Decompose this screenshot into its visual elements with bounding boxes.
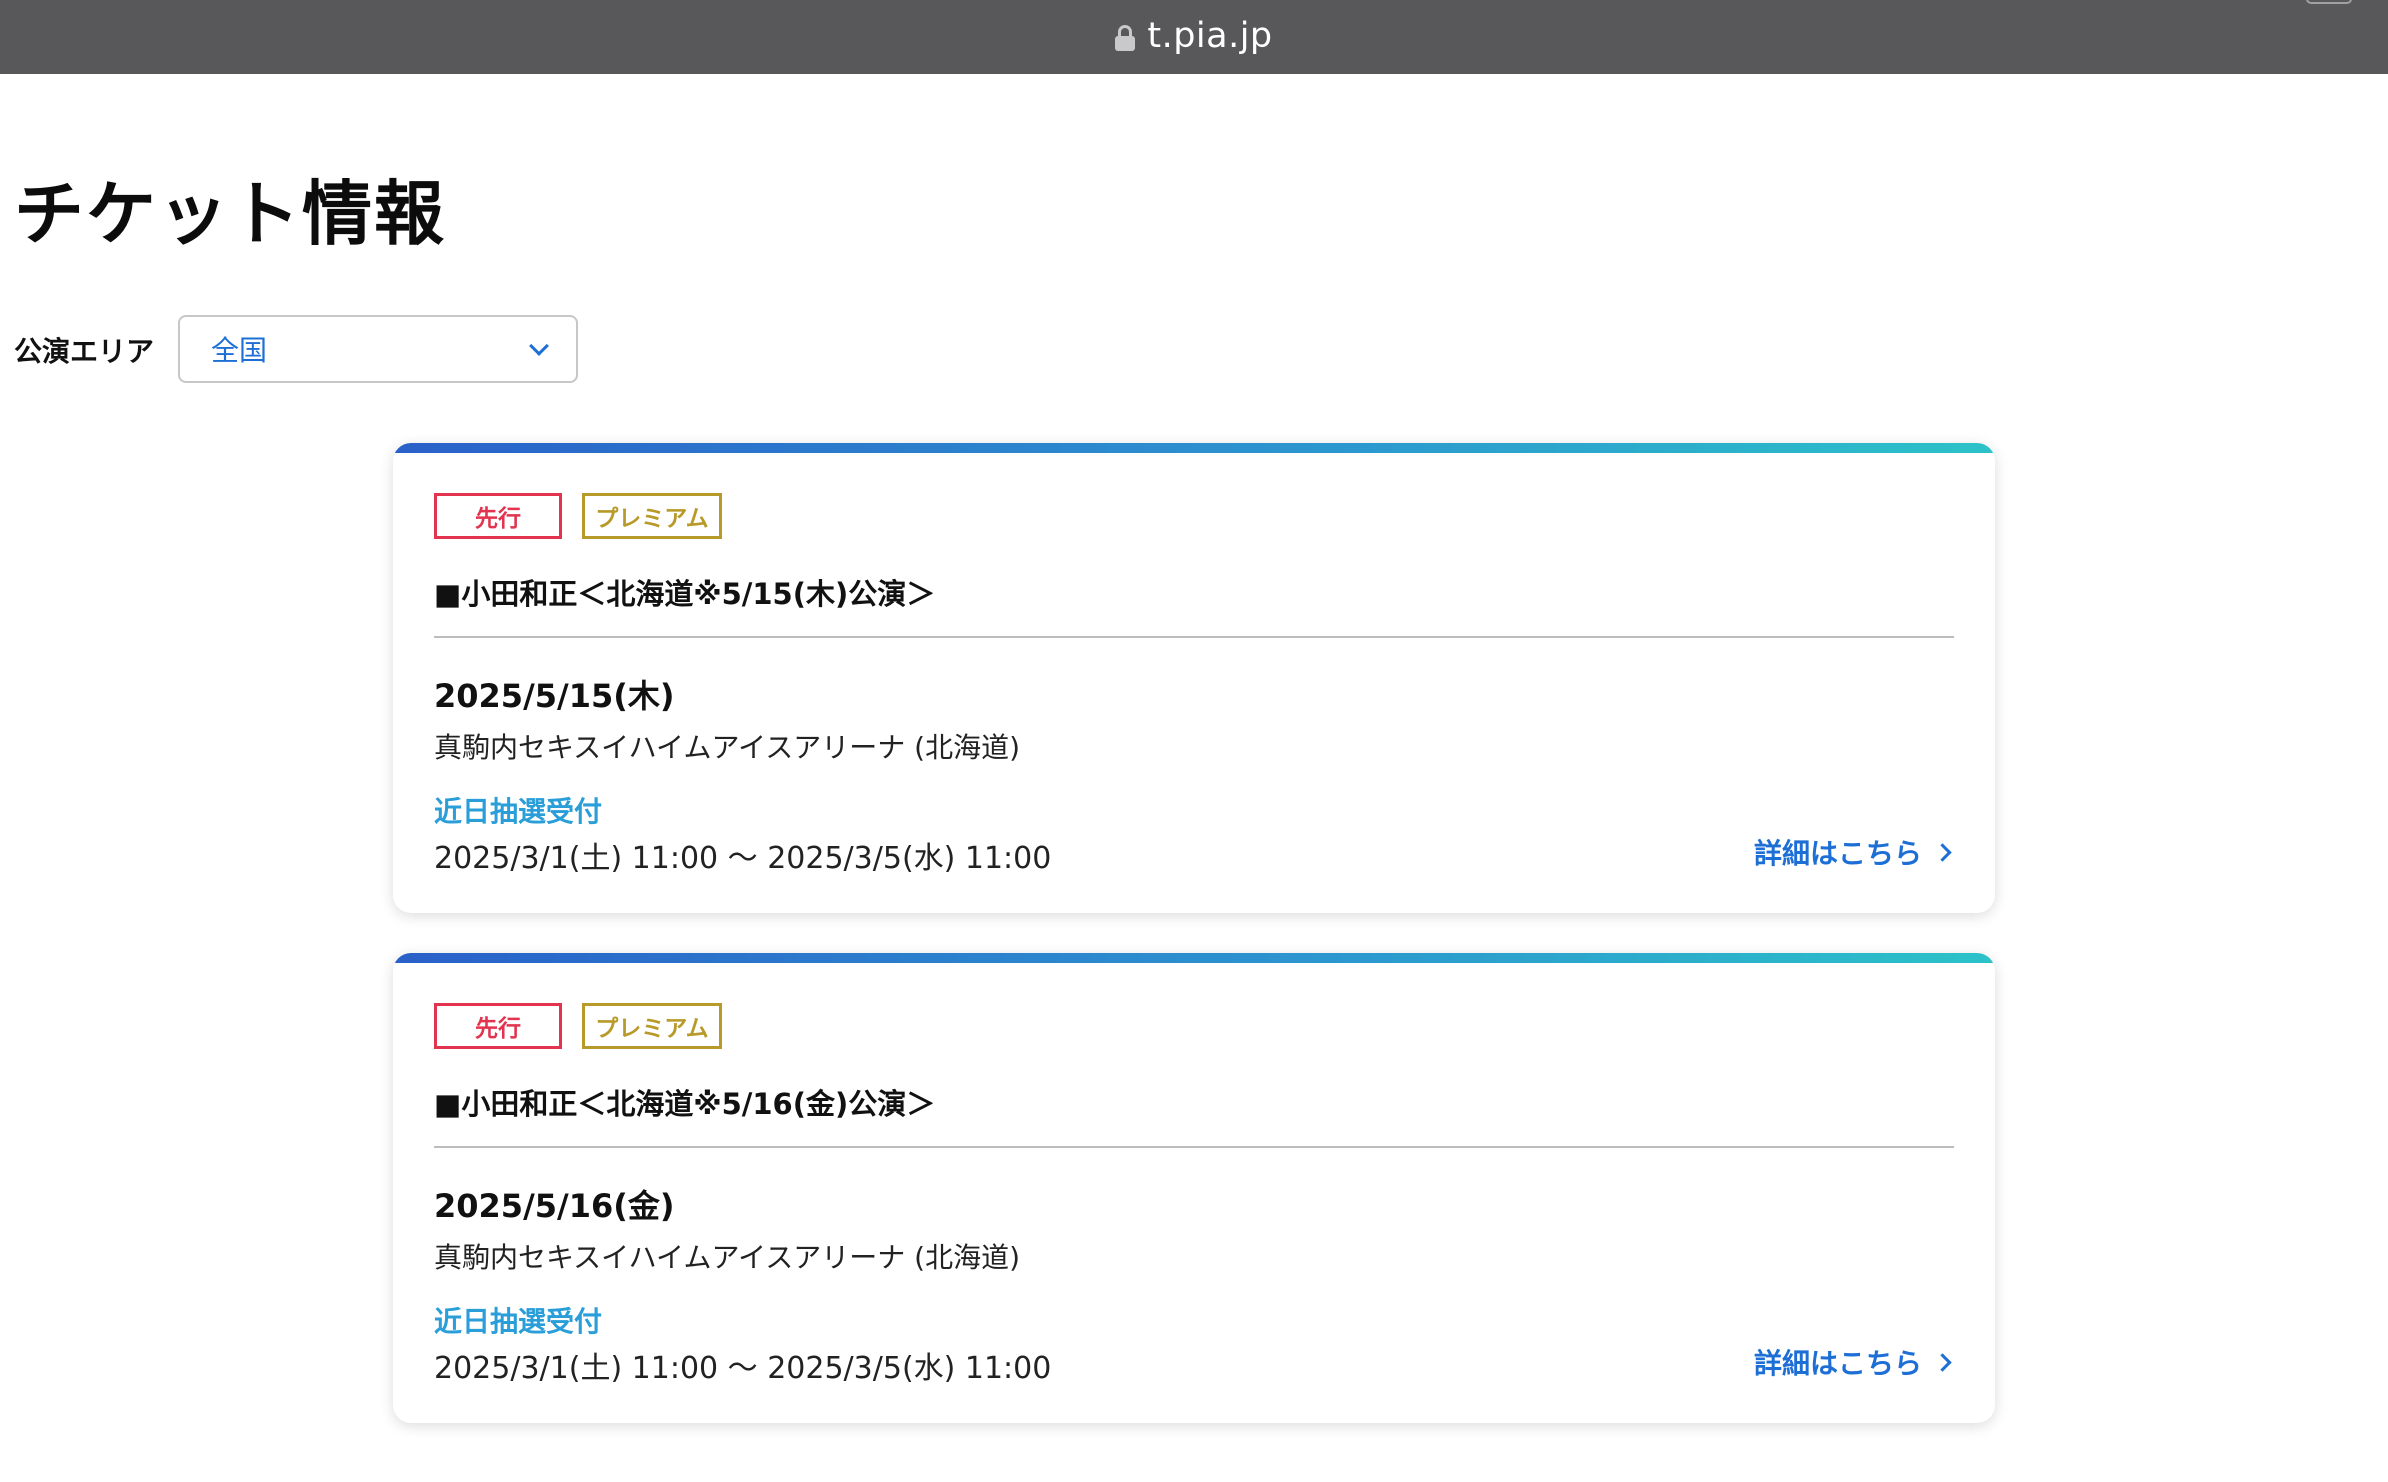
card-divider: [434, 636, 1954, 638]
sale-type: 近日抽選受付: [434, 1305, 603, 1338]
sale-type: 近日抽選受付: [434, 795, 603, 828]
tag-premium: プレミアム: [582, 493, 722, 539]
event-title: ■小田和正＜北海道※5/16(金)公演＞: [434, 1087, 936, 1121]
chevron-right-icon: [1933, 842, 1952, 862]
card-divider: [434, 1146, 1954, 1148]
tag-presale: 先行: [434, 1003, 562, 1049]
event-venue: 真駒内セキスイハイムアイスアリーナ (北海道): [434, 731, 1020, 764]
sale-period: 2025/3/1(土) 11:00 〜 2025/3/5(水) 11:00: [434, 841, 1052, 876]
chevron-right-icon: [1933, 1352, 1952, 1372]
chevron-down-icon: [529, 336, 549, 356]
detail-link[interactable]: 詳細はこちら: [1754, 1342, 1955, 1382]
event-tags: 先行 プレミアム: [434, 1003, 722, 1049]
tag-premium: プレミアム: [582, 1003, 722, 1049]
lock-icon: [1115, 25, 1136, 51]
detail-link-label: 詳細はこちら: [1753, 837, 1922, 870]
card-accent-bar: [393, 953, 1995, 963]
tag-presale: 先行: [434, 493, 562, 539]
event-date: 2025/5/15(木): [434, 677, 675, 715]
event-card: 先行 プレミアム ■小田和正＜北海道※5/15(木)公演＞ 2025/5/15(…: [393, 443, 1995, 913]
event-title: ■小田和正＜北海道※5/15(木)公演＞: [434, 577, 936, 611]
url-field[interactable]: t.pia.jp: [0, 0, 2388, 74]
event-tags: 先行 プレミアム: [434, 493, 722, 539]
detail-link-label: 詳細はこちら: [1753, 1347, 1922, 1380]
event-venue: 真駒内セキスイハイムアイスアリーナ (北海道): [434, 1241, 1020, 1274]
sale-period: 2025/3/1(土) 11:00 〜 2025/3/5(水) 11:00: [434, 1351, 1052, 1386]
event-card: 先行 プレミアム ■小田和正＜北海道※5/16(金)公演＞ 2025/5/16(…: [393, 953, 1995, 1423]
url-text: t.pia.jp: [1147, 16, 1273, 56]
area-filter-label: 公演エリア: [14, 335, 155, 368]
page-title: チケット情報: [14, 173, 446, 255]
detail-link[interactable]: 詳細はこちら: [1754, 832, 1955, 872]
event-date: 2025/5/16(金): [434, 1187, 675, 1225]
area-select[interactable]: 全国: [178, 315, 578, 383]
event-list: 先行 プレミアム ■小田和正＜北海道※5/15(木)公演＞ 2025/5/15(…: [393, 443, 1995, 1463]
browser-address-bar: t.pia.jp: [0, 0, 2388, 74]
card-accent-bar: [393, 443, 1995, 453]
area-select-value: 全国: [211, 334, 268, 367]
